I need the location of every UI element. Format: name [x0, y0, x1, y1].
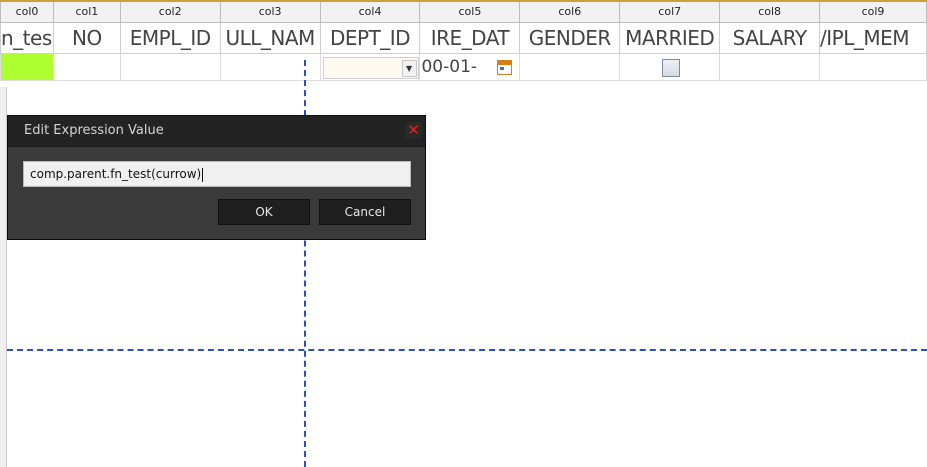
subheader-no[interactable]: NO: [52, 22, 121, 54]
chevron-down-icon[interactable]: ▼: [401, 60, 417, 77]
text-caret: [202, 167, 204, 182]
header-row: col0 col1 col2 col3 col4 col5 col6 col7 …: [0, 0, 927, 23]
dialog-title-bar[interactable]: Edit Expression Value ✕: [8, 116, 425, 147]
subheader-hire-date[interactable]: IRE_DAT: [419, 22, 521, 54]
dialog-title: Edit Expression Value: [24, 123, 164, 138]
grid-table: col0 col1 col2 col3 col4 col5 col6 col7 …: [0, 0, 927, 81]
edit-expression-dialog: Edit Expression Value ✕ comp.parent.fn_t…: [7, 115, 426, 240]
header-col3[interactable]: col3: [219, 0, 321, 23]
cell-salary[interactable]: [719, 53, 821, 81]
dept-id-combo[interactable]: ▼: [322, 57, 419, 79]
subheader-full-name[interactable]: ULL_NAM: [219, 22, 321, 54]
header-col4[interactable]: col4: [319, 0, 421, 23]
married-checkbox[interactable]: [662, 59, 681, 77]
subheader-married[interactable]: MARRIED: [619, 22, 721, 54]
close-icon[interactable]: ✕: [405, 122, 422, 139]
table-row: ▼ 00-01-: [0, 53, 927, 81]
grid-top-edge: [0, 0, 927, 2]
header-col6[interactable]: col6: [519, 0, 621, 23]
expression-input[interactable]: comp.parent.fn_test(currow): [23, 161, 411, 187]
left-edge-bar: [0, 87, 7, 467]
cell-married[interactable]: [619, 53, 721, 81]
expression-text: comp.parent.fn_test(currow): [30, 167, 202, 181]
ok-button[interactable]: OK: [218, 199, 310, 225]
header-col7[interactable]: col7: [619, 0, 721, 23]
calendar-icon[interactable]: [497, 60, 513, 75]
header-col1[interactable]: col1: [52, 0, 121, 23]
subheader-dept-id[interactable]: DEPT_ID: [319, 22, 421, 54]
cell-dept-id[interactable]: ▼: [319, 53, 421, 81]
header-col0[interactable]: col0: [0, 0, 54, 23]
cancel-button[interactable]: Cancel: [319, 199, 411, 225]
cell-hire-date[interactable]: 00-01-: [419, 53, 521, 81]
horizontal-guide-line: [7, 349, 927, 351]
cell-empl-memo[interactable]: [819, 53, 927, 81]
subheader-gender[interactable]: GENDER: [519, 22, 621, 54]
grid: col0 col1 col2 col3 col4 col5 col6 col7 …: [0, 0, 927, 81]
subheader-empl-memo[interactable]: /IPL_MEM: [819, 22, 927, 54]
subheader-row: n_tes NO EMPL_ID ULL_NAM DEPT_ID IRE_DAT…: [0, 22, 927, 54]
subheader-empl-id[interactable]: EMPL_ID: [119, 22, 221, 54]
subheader-fn-test[interactable]: n_tes: [0, 22, 54, 54]
cell-no[interactable]: [52, 53, 121, 81]
cell-fn-test-highlight[interactable]: [0, 53, 54, 81]
cell-gender[interactable]: [519, 53, 621, 81]
header-col2[interactable]: col2: [119, 0, 221, 23]
header-col8[interactable]: col8: [719, 0, 821, 23]
cell-empl-id[interactable]: [119, 53, 221, 81]
header-col9[interactable]: col9: [819, 0, 927, 23]
header-col5[interactable]: col5: [419, 0, 521, 23]
subheader-salary[interactable]: SALARY: [719, 22, 821, 54]
